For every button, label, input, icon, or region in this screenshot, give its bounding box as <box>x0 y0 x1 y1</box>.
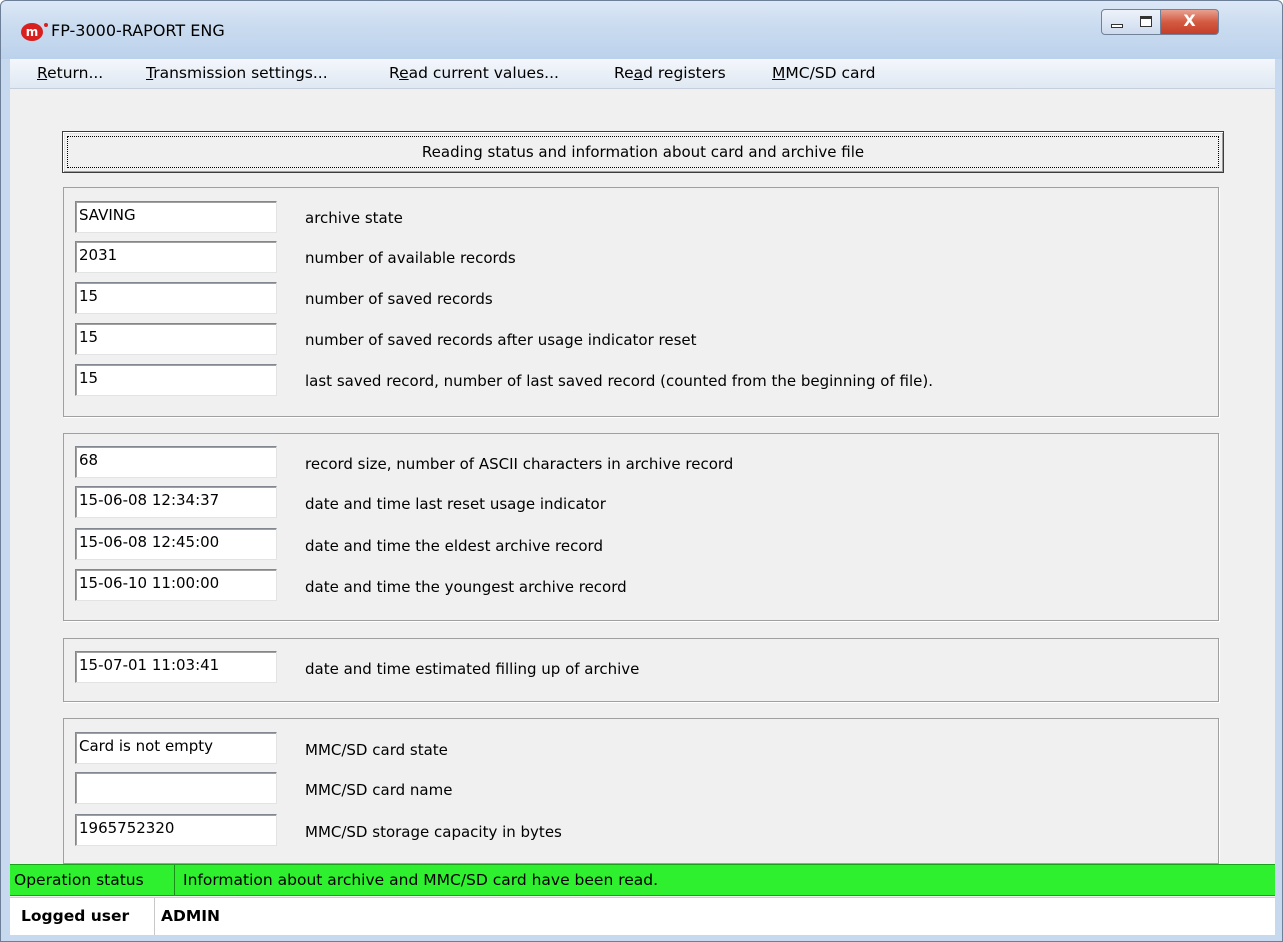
menu-text: eturn... <box>47 64 104 82</box>
app-window: m FP-3000-RAPORT ENG X Return... Transmi… <box>0 0 1283 942</box>
logged-user-value: ADMIN <box>161 907 221 925</box>
menu-read-current-values[interactable]: Read current values... <box>389 64 559 82</box>
last-reset-date-field[interactable]: 15-06-08 12:34:37 <box>75 486 277 518</box>
last-saved-record-label: last saved record, number of last saved … <box>305 372 933 390</box>
read-status-button[interactable]: Reading status and information about car… <box>62 131 1224 173</box>
available-records-label: number of available records <box>305 249 516 267</box>
card-state-field[interactable]: Card is not empty <box>75 732 277 764</box>
maximize-icon <box>1140 16 1152 27</box>
record-size-label: record size, number of ASCII characters … <box>305 455 734 473</box>
maximize-button[interactable] <box>1131 9 1161 35</box>
card-name-label: MMC/SD card name <box>305 781 453 799</box>
menu-return[interactable]: Return... <box>37 64 103 82</box>
menu-text: ad current values... <box>408 64 559 82</box>
card-name-field[interactable] <box>75 772 277 804</box>
minimize-button[interactable] <box>1101 9 1132 35</box>
operation-status-bar: Operation status Information about archi… <box>10 864 1275 896</box>
read-status-button-label: Reading status and information about car… <box>67 136 1219 168</box>
menu-accel: e <box>399 64 409 82</box>
eldest-record-date-label: date and time the eldest archive record <box>305 537 603 555</box>
menu-transmission-settings[interactable]: Transmission settings... <box>146 64 328 82</box>
estimated-fill-date-label: date and time estimated filling up of ar… <box>305 660 640 678</box>
menu-mmc-sd-card[interactable]: MMC/SD card <box>772 64 875 82</box>
archive-state-field[interactable]: SAVING <box>75 201 277 233</box>
app-logo-icon[interactable]: m <box>21 23 48 41</box>
saved-records-label: number of saved records <box>305 290 493 308</box>
operation-status-label: Operation status <box>10 865 175 895</box>
menu-accel: a <box>633 64 644 82</box>
estimated-fill-date-field[interactable]: 15-07-01 11:03:41 <box>75 651 277 683</box>
card-capacity-label: MMC/SD storage capacity in bytes <box>305 823 562 841</box>
title-bar[interactable]: m FP-3000-RAPORT ENG X <box>1 1 1282 59</box>
menu-text: MC/SD card <box>785 64 876 82</box>
record-size-field[interactable]: 68 <box>75 446 277 478</box>
minimize-icon <box>1111 24 1123 28</box>
logged-user-label: Logged user <box>10 898 155 935</box>
saved-after-reset-label: number of saved records after usage indi… <box>305 331 697 349</box>
card-state-label: MMC/SD card state <box>305 741 448 759</box>
menu-accel: M <box>772 64 786 82</box>
logged-user-bar: Logged user ADMIN <box>10 897 1275 935</box>
operation-status-text: Information about archive and MMC/SD car… <box>183 871 659 889</box>
menu-text: R <box>389 64 400 82</box>
card-capacity-field[interactable]: 1965752320 <box>75 814 277 846</box>
saved-after-reset-field[interactable]: 15 <box>75 323 277 355</box>
last-reset-date-label: date and time last reset usage indicator <box>305 495 606 513</box>
archive-state-label: archive state <box>305 209 403 227</box>
menu-bar: Return... Transmission settings... Read … <box>10 59 1275 89</box>
menu-text: ransmission settings... <box>153 64 328 82</box>
menu-accel: R <box>37 64 48 82</box>
last-saved-record-field[interactable]: 15 <box>75 364 277 396</box>
window-title: FP-3000-RAPORT ENG <box>51 21 225 40</box>
saved-records-field[interactable]: 15 <box>75 282 277 314</box>
youngest-record-date-label: date and time the youngest archive recor… <box>305 578 627 596</box>
youngest-record-date-field[interactable]: 15-06-10 11:00:00 <box>75 569 277 601</box>
close-icon: X <box>1183 11 1196 30</box>
menu-text: d registers <box>643 64 726 82</box>
eldest-record-date-field[interactable]: 15-06-08 12:45:00 <box>75 528 277 560</box>
available-records-field[interactable]: 2031 <box>75 241 277 273</box>
client-area: Return... Transmission settings... Read … <box>10 59 1275 935</box>
menu-read-registers[interactable]: Read registers <box>614 64 726 82</box>
menu-text: Re <box>614 64 634 82</box>
close-button[interactable]: X <box>1161 9 1219 35</box>
